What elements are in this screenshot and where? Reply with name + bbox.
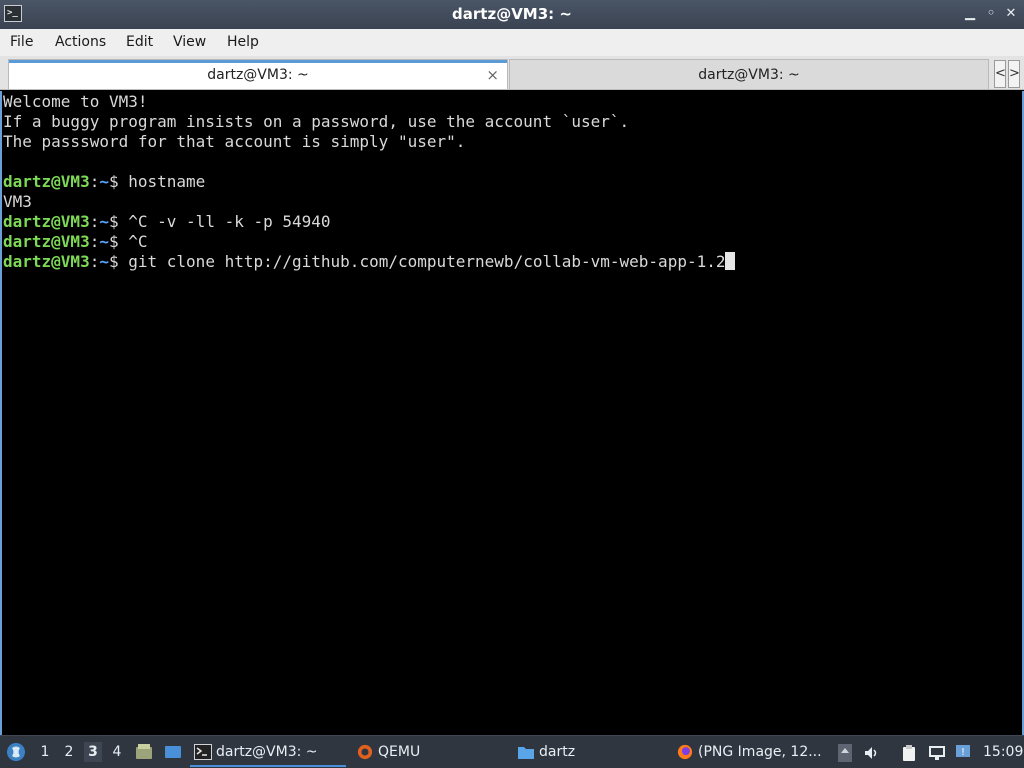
menu-file[interactable]: File <box>10 34 33 50</box>
minimize-button[interactable]: ▁ <box>962 5 978 23</box>
upload-icon[interactable] <box>838 744 852 762</box>
terminal-icon <box>194 744 212 760</box>
prompt-sep: : <box>89 212 100 231</box>
prompt-user: dartz@VM3 <box>3 252 90 271</box>
prompt-sep: : <box>89 252 100 271</box>
prompt-line: dartz@VM3:~$ ^C <box>3 232 1022 252</box>
task-label: dartz@VM3: ~ <box>216 744 318 760</box>
menu-view[interactable]: View <box>173 34 206 50</box>
menu-bar: File Actions Edit View Help <box>0 29 1024 56</box>
tab-label: dartz@VM3: ~ <box>698 67 800 83</box>
window-title: dartz@VM3: ~ <box>452 5 572 23</box>
prompt-line: dartz@VM3:~$ git clone http://github.com… <box>3 252 1022 272</box>
restore-button[interactable]: ◦ <box>983 5 999 23</box>
prompt-path: ~ <box>99 252 109 271</box>
text-cursor <box>725 252 736 270</box>
workspace-3[interactable]: 3 <box>84 742 102 762</box>
tab-next-button[interactable]: > <box>1008 60 1020 88</box>
folder-icon <box>518 747 534 759</box>
qemu-icon <box>357 744 373 760</box>
command-text: hostname <box>128 172 206 191</box>
task-label: QEMU <box>378 744 421 760</box>
prompt-symbol: $ <box>108 212 129 231</box>
workspace-2[interactable]: 2 <box>60 742 78 762</box>
svg-text:!: ! <box>961 747 965 758</box>
volume-icon[interactable] <box>863 744 881 762</box>
tab-label: dartz@VM3: ~ <box>207 67 309 83</box>
terminal-line: The passsword for that account is simply… <box>3 132 466 151</box>
tab-bar: dartz@VM3: ~ × dartz@VM3: ~ < > <box>0 56 1024 90</box>
prompt-user: dartz@VM3 <box>3 232 90 251</box>
menu-help[interactable]: Help <box>227 34 259 50</box>
command-text: ^C -v -ll -k -p 54940 <box>128 212 331 231</box>
menu-actions[interactable]: Actions <box>55 34 106 50</box>
start-menu-icon[interactable] <box>6 742 26 762</box>
task-terminal[interactable]: dartz@VM3: ~ <box>190 738 346 767</box>
title-bar[interactable]: >_ dartz@VM3: ~ ▁ ◦ ✕ <box>0 0 1024 29</box>
workspace-1[interactable]: 1 <box>36 742 54 762</box>
prompt-sep: : <box>89 172 100 191</box>
prompt-line: dartz@VM3:~$ ^C -v -ll -k -p 54940 <box>3 212 1022 232</box>
task-label: dartz <box>539 744 576 760</box>
task-label: (PNG Image, 12... <box>698 744 822 760</box>
command-output: VM3 <box>3 192 32 211</box>
update-notification-icon[interactable]: ! <box>954 742 972 760</box>
prompt-symbol: $ <box>108 252 129 271</box>
clock[interactable]: 15:09 <box>983 744 1023 760</box>
prompt-symbol: $ <box>108 232 129 251</box>
tab-close-icon[interactable]: × <box>486 60 499 90</box>
terminal-line: Welcome to VM3! <box>3 92 148 111</box>
show-desktop-icon[interactable] <box>164 743 182 761</box>
taskbar: 1 2 3 4 dartz@VM3: ~ QEMU dartz (PNG Ima… <box>0 735 1024 768</box>
prompt-path: ~ <box>99 172 109 191</box>
terminal-area[interactable]: Welcome to VM3! If a buggy program insis… <box>0 91 1024 735</box>
prompt-path: ~ <box>99 232 109 251</box>
file-manager-launcher-icon[interactable] <box>135 743 153 761</box>
task-qemu[interactable]: QEMU <box>352 738 492 767</box>
prompt-line: dartz@VM3:~$ hostname <box>3 172 1022 192</box>
prompt-user: dartz@VM3 <box>3 172 90 191</box>
clipboard-icon[interactable] <box>900 744 918 762</box>
command-text: ^C <box>128 232 148 251</box>
close-button[interactable]: ✕ <box>1003 5 1019 23</box>
prompt-sep: : <box>89 232 100 251</box>
tab-prev-button[interactable]: < <box>994 60 1006 88</box>
tab-terminal-2[interactable]: dartz@VM3: ~ <box>509 59 989 89</box>
network-icon[interactable] <box>928 744 946 762</box>
command-text: git clone http://github.com/computernewb… <box>128 252 726 271</box>
menu-edit[interactable]: Edit <box>126 34 153 50</box>
tab-terminal-1[interactable]: dartz@VM3: ~ × <box>8 59 508 89</box>
terminal-line: If a buggy program insists on a password… <box>3 112 630 131</box>
task-firefox[interactable]: (PNG Image, 12... <box>672 738 832 767</box>
workspace-4[interactable]: 4 <box>108 742 126 762</box>
prompt-user: dartz@VM3 <box>3 212 90 231</box>
task-dartz-folder[interactable]: dartz <box>513 738 653 767</box>
prompt-symbol: $ <box>108 172 129 191</box>
prompt-path: ~ <box>99 212 109 231</box>
firefox-icon <box>677 744 693 760</box>
